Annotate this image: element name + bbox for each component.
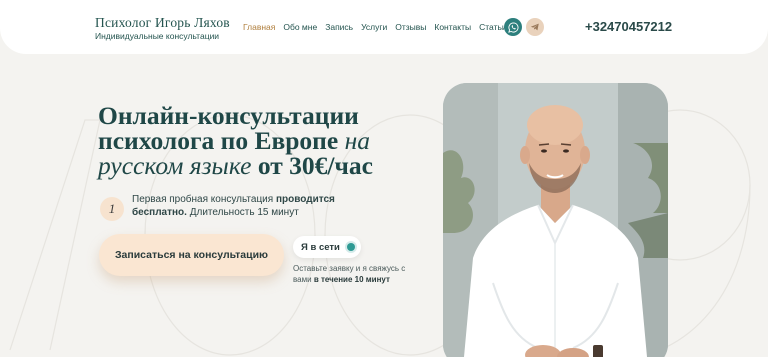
nav-item-articles[interactable]: Статьи	[479, 22, 507, 32]
headline-part1: Онлайн-консультации психолога по Европе	[98, 101, 359, 155]
brand-subtitle: Индивидуальные консультации	[95, 31, 220, 41]
main-nav: Главная Обо мне Запись Услуги Отзывы Кон…	[243, 22, 507, 32]
nav-item-about[interactable]: Обо мне	[283, 22, 317, 32]
nav-item-services[interactable]: Услуги	[361, 22, 387, 32]
phone-number[interactable]: +32470457212	[585, 19, 672, 34]
site-header: Психолог Игорь Ляхов Индивидуальные конс…	[0, 0, 768, 54]
whatsapp-button[interactable]	[504, 18, 522, 36]
trial-text-2: Длительность 15 минут	[186, 207, 299, 218]
trial-text-1: Первая пробная консультация	[132, 194, 276, 205]
telegram-button[interactable]	[526, 18, 544, 36]
nav-item-reviews[interactable]: Отзывы	[395, 22, 426, 32]
portrait-illustration	[443, 83, 668, 357]
hero-headline: Онлайн-консультации психолога по Европе …	[98, 101, 438, 180]
nav-item-contacts[interactable]: Контакты	[434, 22, 471, 32]
reply-text-bold: в течение 10 минут	[313, 275, 390, 284]
book-consultation-button[interactable]: Записаться на консультацию	[99, 234, 284, 276]
whatsapp-icon	[507, 21, 518, 33]
online-indicator-icon	[347, 243, 355, 251]
online-status-label: Я в сети	[301, 241, 340, 253]
psychologist-photo	[443, 83, 668, 357]
brand-name[interactable]: Психолог Игорь Ляхов	[95, 15, 230, 31]
telegram-icon	[530, 23, 539, 31]
nav-item-booking[interactable]: Запись	[325, 22, 353, 32]
nav-item-home[interactable]: Главная	[243, 22, 275, 32]
reply-note: Оставьте заявку и я свяжусь с вами в теч…	[293, 263, 413, 285]
trial-description: Первая пробная консультация проводится б…	[132, 193, 362, 219]
online-status-badge: Я в сети	[293, 236, 361, 258]
headline-part2: от 30€/час	[251, 151, 373, 180]
step-badge: 1	[100, 197, 124, 221]
